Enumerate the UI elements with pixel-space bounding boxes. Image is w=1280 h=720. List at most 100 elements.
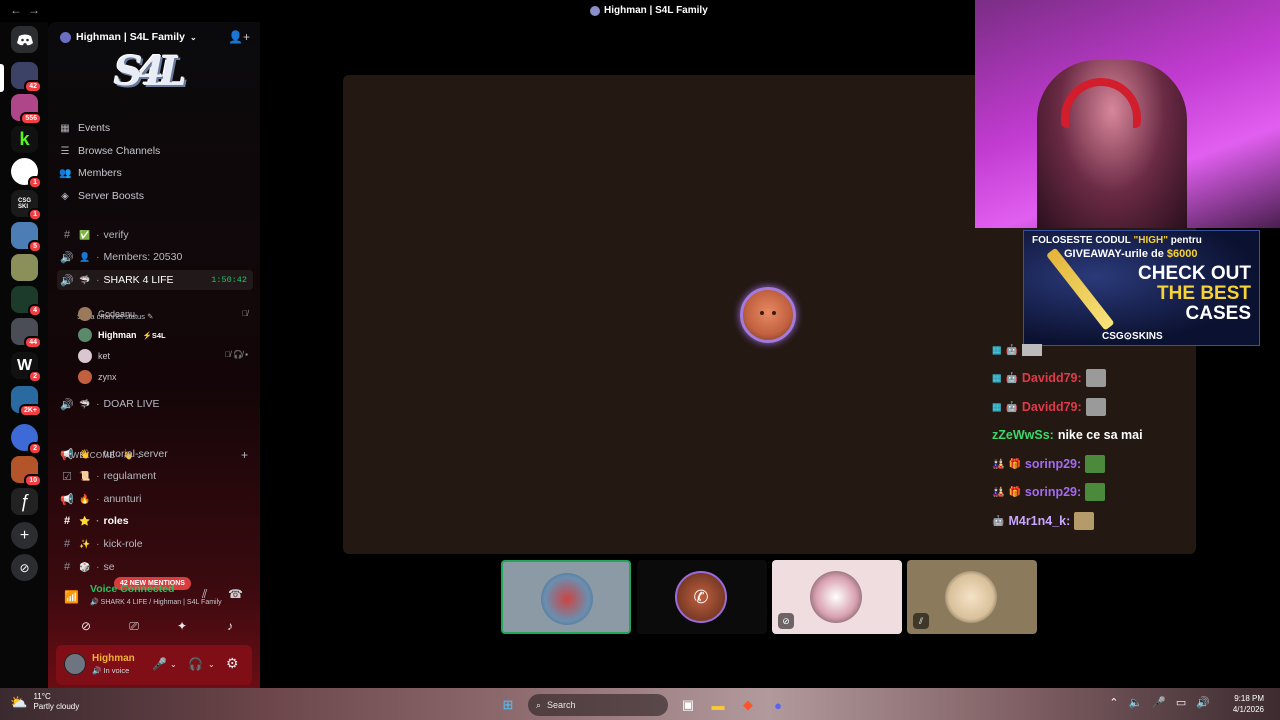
voice-user[interactable]: zynx [78, 370, 117, 384]
server-header[interactable]: Highman | S4L Family ⌄ [60, 31, 197, 43]
signal-icon[interactable]: 📶 [64, 590, 79, 604]
csgo-skins-ad: FOLOSESTE CODUL "HIGH" pentru GIVEAWAY-u… [1023, 230, 1260, 346]
activities-button[interactable]: ✦ [160, 616, 204, 636]
start-windows-icon[interactable]: ⊞ [498, 695, 518, 715]
voice-user[interactable]: ket [78, 349, 110, 363]
participant-tile[interactable]: ⊘ [772, 560, 902, 634]
brave-browser-icon[interactable]: ◆ [738, 695, 758, 715]
server-8[interactable]: 4 [11, 286, 42, 317]
avatar [78, 370, 92, 384]
taskbar-search[interactable]: ⌕ Search [528, 694, 668, 716]
avatar [945, 571, 997, 623]
temperature: 11°C [33, 692, 51, 701]
back-arrow-icon[interactable]: ← [10, 3, 28, 17]
avatar [78, 328, 92, 342]
server-12[interactable]: 2 [11, 424, 42, 455]
channel-doar-live[interactable]: 🔊 🦈 · DOAR LIVE [57, 394, 253, 414]
scroll-emoji-icon: 📜 [79, 470, 91, 481]
invite-people-icon[interactable]: 👤+ [228, 30, 250, 44]
clock[interactable]: 9:18 PM 4/1/2026 [1233, 693, 1264, 715]
forward-arrow-icon[interactable]: → [28, 3, 46, 17]
audio-options-chevron-icon[interactable]: ⌄ [208, 660, 215, 669]
events-link[interactable]: ▦ Events [59, 122, 110, 134]
camera-off-button[interactable]: ⊘ [64, 616, 108, 636]
speaker-tray-icon[interactable]: 🔊 [1196, 696, 1210, 709]
channel-shark-4-life[interactable]: 🔊 🦈 · SHARK 4 LIFE 1:50:42 [57, 270, 253, 290]
discover-icon[interactable]: ⊘ [11, 554, 38, 581]
server-s4l[interactable]: 42 [11, 62, 42, 93]
headphones-icon[interactable]: 🎧 [188, 657, 203, 671]
server-4[interactable]: 1 [11, 158, 42, 189]
browse-channels-link[interactable]: ☰ Browse Channels [59, 145, 161, 157]
channel-kick-role[interactable]: # ✨ · kick-role [57, 534, 253, 554]
emote-image [1074, 512, 1095, 530]
speaker-icon: 🔊 [60, 398, 74, 411]
user-tag: ⚡S4L [142, 330, 166, 340]
server-csgo-skins[interactable]: CSG SKI 1 [11, 190, 42, 221]
mention-badge: 5 [28, 240, 42, 253]
mention-badge: 4 [28, 304, 42, 317]
channel-regulament[interactable]: ☑ 📜 · regulament [57, 466, 253, 486]
server-f[interactable]: ƒ [11, 488, 38, 515]
members-link[interactable]: 👥 Members [59, 167, 122, 179]
weather-widget[interactable]: ⛅ 11°C Partly cloudy [10, 692, 79, 712]
channel-se[interactable]: # 🎲 · se [57, 557, 253, 577]
voice-user[interactable]: Godeanu [78, 307, 135, 321]
speaking-user-avatar[interactable] [740, 287, 796, 343]
server-kick[interactable]: k [11, 126, 38, 153]
channel-roles[interactable]: # ⭐ · roles [57, 511, 253, 531]
server-folder[interactable]: 44 [11, 318, 42, 349]
soundboard-button[interactable]: ♪ [208, 616, 252, 636]
user-panel: Highman 🔊 In voice 🎤 ⌄ 🎧 ⌄ ⚙ [56, 645, 252, 685]
chevron-down-icon: ⌄ [189, 32, 197, 42]
settings-gear-icon[interactable]: ⚙ [226, 655, 239, 672]
show-hidden-icons-icon[interactable]: ⌃ [1109, 696, 1118, 709]
screen-share-button[interactable]: ⎚ [112, 616, 156, 636]
emoji-icon: 🎲 [79, 561, 91, 572]
channel-tutorial-server[interactable]: 📢 👋 · tutorial-server [57, 444, 253, 464]
add-server-icon[interactable]: + [11, 522, 38, 549]
mention-badge: 2 [28, 370, 42, 383]
avatar[interactable] [64, 653, 86, 675]
mention-badge: 2K+ [18, 404, 42, 417]
microphone-icon[interactable]: 🎤 [152, 657, 167, 671]
history-nav[interactable]: ←→ [10, 3, 46, 17]
participant-tile[interactable]: ✆ [637, 560, 767, 634]
microphone-tray-icon[interactable]: 🎤 [1152, 696, 1166, 709]
server-7[interactable] [11, 254, 38, 281]
mention-badge: 10 [24, 474, 42, 487]
discord-taskbar-icon[interactable]: ● [768, 695, 788, 715]
chat-username: M4r1n4_k: [1008, 514, 1071, 528]
user-status: 🔊 In voice [92, 666, 130, 675]
mention-badge: 556 [20, 112, 42, 125]
server-6[interactable]: 5 [11, 222, 42, 253]
voice-user[interactable]: Highman ⚡S4L [78, 328, 166, 342]
badge-icon: 🎎 [992, 486, 1005, 498]
participant-tile[interactable] [501, 560, 631, 634]
channel-label: se [103, 561, 115, 573]
user-status-text: In voice [103, 666, 130, 675]
server-13[interactable]: 10 [11, 456, 42, 487]
chat-message: 🎎 🎁 sorinp29: [992, 454, 1106, 474]
server-folder-2[interactable]: 2K+ [11, 386, 42, 417]
volume-icon[interactable]: 🔈 [1128, 696, 1142, 709]
check-emoji-icon: ✅ [79, 229, 91, 240]
channel-anunturi[interactable]: 📢 🔥 · anunturi [57, 489, 253, 509]
channel-members-count[interactable]: 🔊 👤 · Members: 20530 [57, 247, 253, 267]
network-icon[interactable]: ▭ [1176, 696, 1186, 709]
disconnect-icon[interactable]: ☎ [228, 587, 243, 601]
window-title: Highman | S4L Family [590, 5, 708, 16]
file-explorer-icon[interactable]: ▬ [708, 695, 728, 715]
discord-home-icon[interactable] [11, 26, 38, 53]
user-name[interactable]: Highman [92, 653, 135, 664]
server-boosts-link[interactable]: ◈ Server Boosts [59, 190, 144, 202]
noise-suppression-icon[interactable]: ⫽ [202, 587, 207, 602]
mic-options-chevron-icon[interactable]: ⌄ [170, 660, 177, 669]
badge-icon: 🎎 [992, 458, 1005, 470]
channel-verify[interactable]: # ✅ · verify [57, 225, 253, 245]
participant-tile[interactable]: ⫽ [907, 560, 1037, 634]
mention-badge: 44 [24, 336, 42, 349]
server-w[interactable]: W2 [11, 352, 42, 383]
task-view-icon[interactable]: ▣ [678, 695, 698, 715]
server-2[interactable]: 556 [11, 94, 42, 125]
